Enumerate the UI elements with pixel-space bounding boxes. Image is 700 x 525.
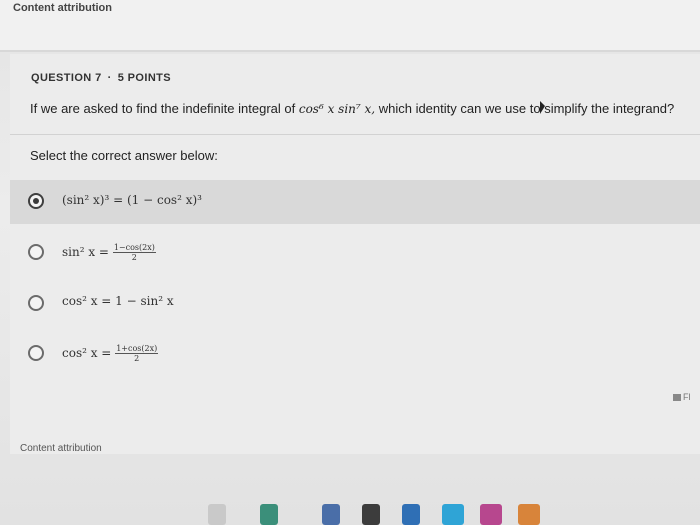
header-separator: · [107,72,112,84]
side-tab[interactable]: Fl [673,392,691,402]
dock-app-icon[interactable] [322,504,340,525]
radio-empty-icon[interactable] [28,244,44,260]
fraction-numerator: 1−cos(2x) [112,243,156,253]
question-prompt: If we are asked to find the indefinite i… [30,101,700,116]
option-fraction: 1+cos(2x) 2 [115,344,159,363]
flag-icon [673,394,681,402]
fraction-denominator: 2 [134,354,140,363]
mouse-cursor-icon [540,101,545,114]
question-points: 5 POINTS [117,72,172,84]
question-header: QUESTION 7 · 5 POINTS [31,72,171,84]
fraction-denominator: 2 [131,253,137,262]
content-attribution-bottom[interactable]: Content attribution [20,443,102,454]
dock-app-icon[interactable] [208,504,226,525]
divider [10,134,700,135]
fraction-numerator: 1+cos(2x) [115,344,159,354]
question-number: QUESTION 7 [31,72,102,84]
answer-instruction: Select the correct answer below: [30,148,218,163]
radio-empty-icon[interactable] [28,345,44,361]
option-fraction: 1−cos(2x) 2 [112,243,156,262]
answer-option-3[interactable]: cos² x = 1 − sin² x [10,282,700,326]
dock-app-icon[interactable] [362,504,380,525]
question-card: QUESTION 7 · 5 POINTS If we are asked to f… [10,54,700,454]
dock-app-icon[interactable] [480,504,502,525]
option-lhs: cos² x = [62,346,112,360]
answer-option-1[interactable]: (sin² x)³ = (1 − cos² x)³ [10,180,700,224]
dock-app-icon[interactable] [260,504,278,525]
prompt-math: cos⁶ x sin⁷ x, [298,102,376,116]
option-lhs: sin² x = [62,245,109,259]
dock-app-icon[interactable] [402,504,420,525]
dock-app-icon[interactable] [442,504,464,525]
prompt-before: If we are asked to find the indefinite i… [30,101,296,116]
answer-option-4[interactable]: cos² x = 1+cos(2x) 2 [10,332,700,376]
radio-selected-icon[interactable] [28,193,44,209]
dock-app-icon[interactable] [518,504,540,525]
option-label: sin² x = 1−cos(2x) 2 [62,243,156,262]
answer-option-2[interactable]: sin² x = 1−cos(2x) 2 [10,231,700,275]
dock [100,500,700,525]
option-label: cos² x = 1+cos(2x) 2 [62,344,159,363]
option-label: cos² x = 1 − sin² x [62,294,174,308]
side-tab-label: Fl [683,392,691,402]
radio-empty-icon[interactable] [28,295,44,311]
option-label: (sin² x)³ = (1 − cos² x)³ [62,193,202,207]
top-strip: Content attribution [0,0,700,52]
prompt-after: which identity can we use to simplify th… [378,101,675,116]
content-attribution-top[interactable]: Content attribution [13,2,112,14]
